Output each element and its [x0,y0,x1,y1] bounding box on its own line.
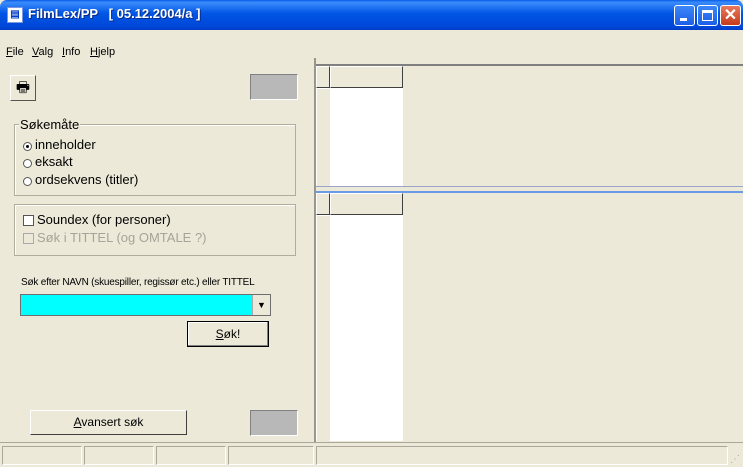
main-window: ▤ FilmLex/PP [ 05.12.2004/a ] ✕ File Val… [0,0,743,467]
grid-top-column[interactable] [330,88,403,186]
status-panel-2 [84,446,154,465]
status-panel-5 [316,446,728,465]
menu-file-label: ile [12,46,24,58]
menu-bar: File Valg Info Hjelp [0,30,743,58]
soundex-checkbox[interactable] [23,215,34,226]
radio-eksakt[interactable] [23,159,32,168]
grid-top-header-cell[interactable] [330,66,403,88]
menu-valg[interactable]: Valg [32,46,53,58]
radio-eksakt-label: eksakt [35,154,73,169]
status-bar: ⋰ [0,442,743,467]
menu-hjelp[interactable]: Hjelp [90,46,115,58]
radio-inneholder[interactable] [23,142,32,151]
indicator-box-top [250,74,298,100]
status-panel-4 [228,446,314,465]
film-icon[interactable]: ▤ [7,7,23,23]
printer-icon: 🖶 [15,79,31,96]
menu-file-accel: F [6,46,13,58]
advanced-search-label: vansert søk [81,415,144,429]
close-button[interactable]: ✕ [720,5,741,26]
resize-grip-icon[interactable]: ⋰ [730,454,741,465]
menu-info[interactable]: Info [62,46,80,58]
grid-bottom-corner-cell [316,193,330,215]
window-title: FilmLex/PP [ 05.12.2004/a ] [28,6,201,21]
status-panel-3 [156,446,226,465]
grid-top-corner-cell [316,66,330,88]
soundex-label: Soundex (for personer) [37,212,171,227]
search-label: Søk efter NAVN (skuespiller, regissør et… [21,277,255,288]
status-panel-1 [2,446,82,465]
grid-bottom-header-cell[interactable] [330,193,403,215]
search-combobox[interactable]: ▼ [20,294,271,316]
minimize-icon [680,18,687,21]
menu-hjelp-accel: H [90,46,98,58]
minimize-button[interactable] [674,5,695,26]
results-grid-bottom[interactable] [316,193,743,441]
advanced-search-button[interactable]: Avansert søk [30,410,187,435]
horizontal-splitter[interactable] [316,186,743,193]
radio-ordsekvens-label: ordsekvens (titler) [35,172,139,187]
menu-valg-label: alg [38,46,54,58]
menu-info-label: nfo [65,46,81,58]
search-button[interactable]: Søk! [187,321,269,347]
search-title-label: Søk i TITTEL (og OMTALE ?) [37,230,207,245]
search-title-checkbox [23,233,34,244]
title-bar[interactable]: ▤ FilmLex/PP [ 05.12.2004/a ] ✕ [0,0,743,30]
radio-inneholder-label: inneholder [35,137,96,152]
search-button-accel: S [215,327,224,341]
grid-bottom-column[interactable] [330,215,403,441]
maximize-icon [702,10,713,21]
radio-ordsekvens[interactable] [23,177,32,186]
grid-bottom-row-header [316,215,330,441]
results-grid-top[interactable] [316,66,743,186]
search-mode-legend: Søkemåte [19,117,81,132]
close-icon: ✕ [723,7,738,24]
menu-file[interactable]: File [6,46,24,58]
dropdown-arrow-icon[interactable]: ▼ [252,295,270,315]
indicator-box-bottom [250,410,298,436]
search-button-label: øk! [223,327,241,341]
menu-hjelp-label: jelp [97,46,116,58]
print-button[interactable]: 🖶 [10,75,36,101]
maximize-button[interactable] [697,5,718,26]
grid-top-row-header [316,88,330,186]
